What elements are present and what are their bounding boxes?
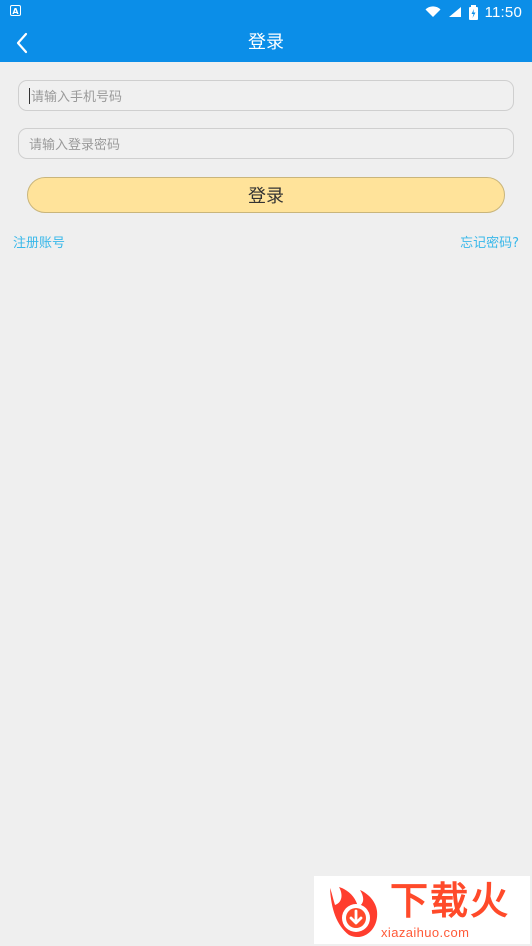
text-cursor xyxy=(29,87,30,104)
register-link[interactable]: 注册账号 xyxy=(13,232,65,251)
signal-icon xyxy=(448,7,461,17)
wifi-icon xyxy=(425,6,441,18)
battery-icon xyxy=(468,4,478,20)
password-placeholder: 请输入登录密码 xyxy=(29,138,121,153)
status-icons: 11:50 xyxy=(425,2,522,22)
app-header: 登录 xyxy=(0,24,532,62)
login-button[interactable]: 登录 xyxy=(27,177,505,213)
password-input[interactable]: 请输入登录密码 xyxy=(18,128,514,159)
forgot-password-link[interactable]: 忘记密码? xyxy=(460,232,519,251)
notification-icon: A xyxy=(10,5,21,16)
status-time: 11:50 xyxy=(484,3,522,21)
page-title: 登录 xyxy=(248,32,284,53)
watermark-url: xiazaihuo.com xyxy=(381,925,470,940)
watermark-brand: 下载火 xyxy=(390,879,511,923)
flame-logo-icon xyxy=(330,887,378,938)
phone-input[interactable]: 请输入手机号码 xyxy=(18,80,514,111)
phone-placeholder: 请输入手机号码 xyxy=(31,90,123,105)
watermark: 下载火 xiazaihuo.com xyxy=(314,876,530,944)
status-bar: A 11:50 xyxy=(0,0,532,24)
